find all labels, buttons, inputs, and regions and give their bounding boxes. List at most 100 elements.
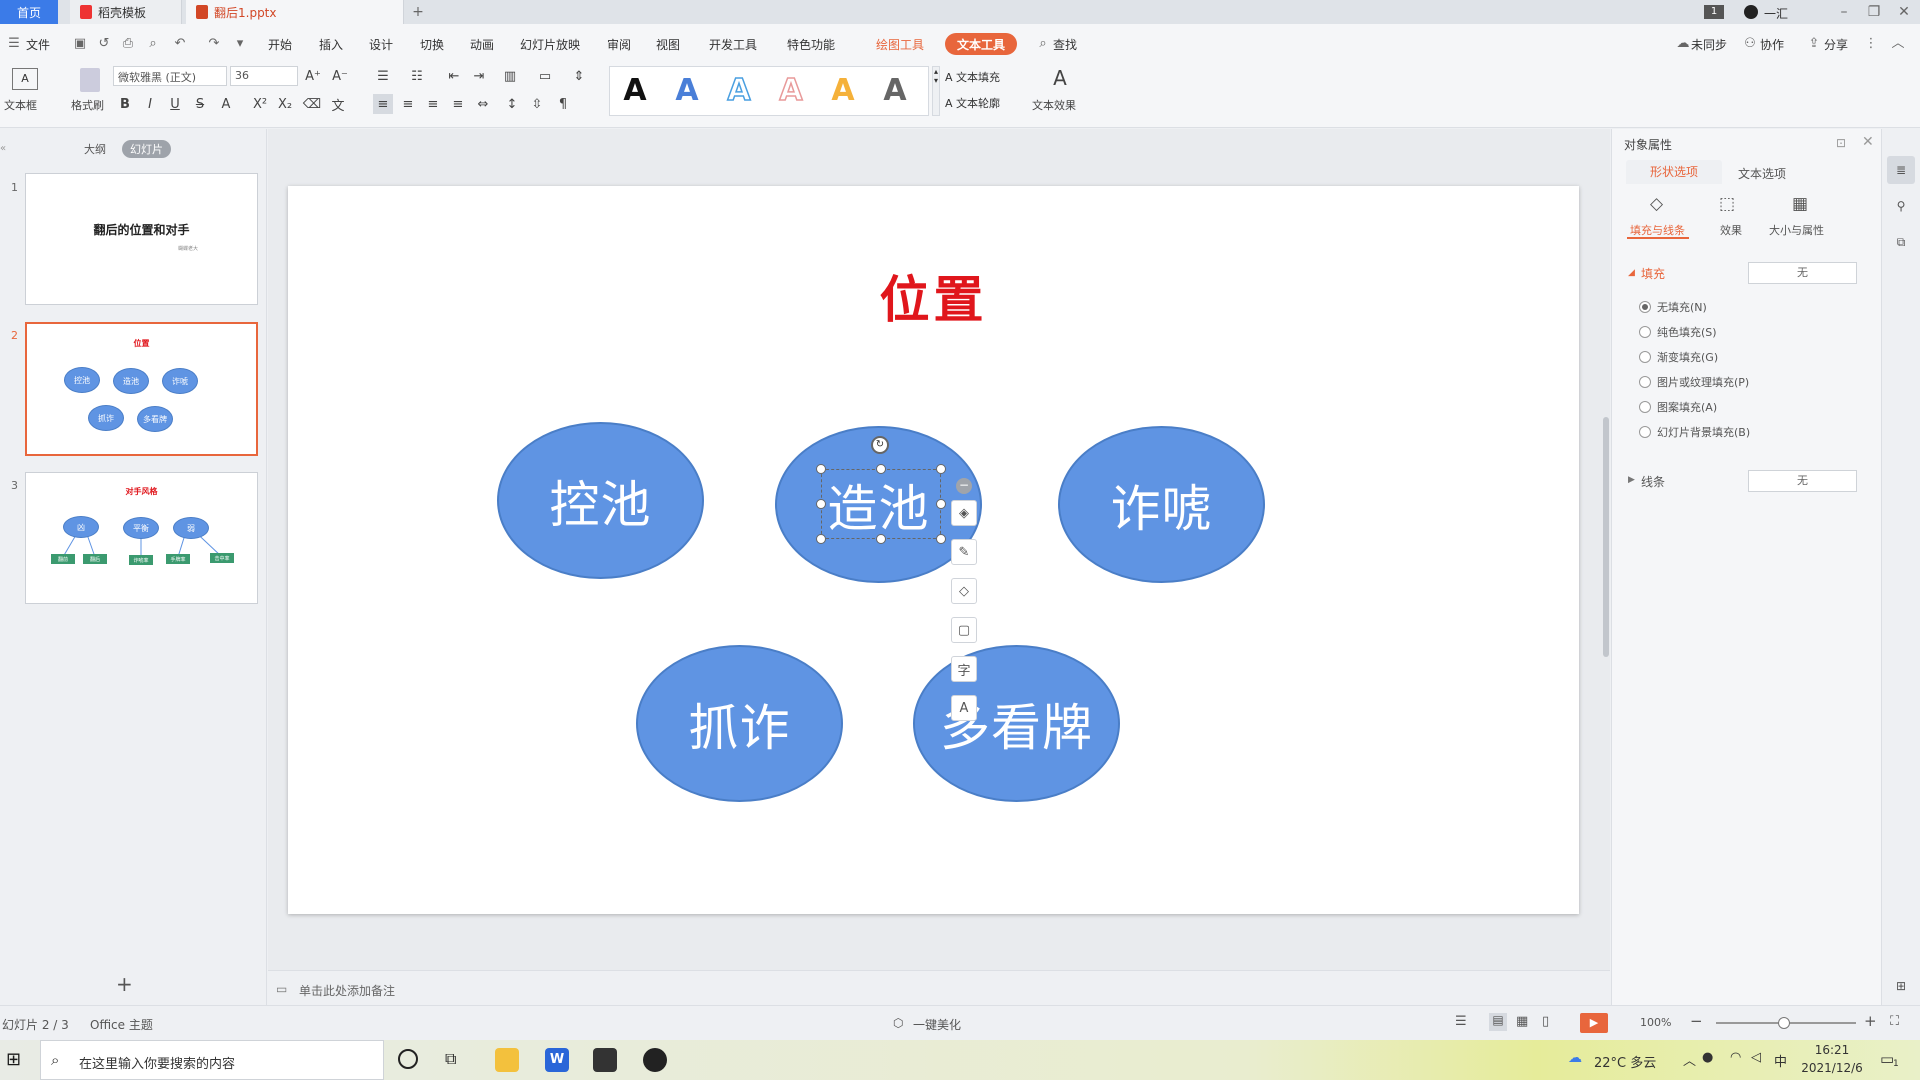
tab-document[interactable]: 翻后1.pptx xyxy=(186,0,404,24)
notes-placeholder[interactable]: 单击此处添加备注 xyxy=(299,982,395,999)
menu-drawing-tools[interactable]: 绘图工具 xyxy=(876,36,924,53)
task-view-icon[interactable]: ⧉ xyxy=(445,1049,456,1069)
customize-quick-access-icon[interactable]: ▾ xyxy=(232,36,248,52)
align-center-icon[interactable]: ≡ xyxy=(398,94,418,114)
scrollbar-thumb[interactable] xyxy=(1603,417,1609,657)
increase-font-icon[interactable]: A⁺ xyxy=(303,66,323,86)
clock-time[interactable]: 16:21 xyxy=(1800,1043,1864,1057)
text-direction-icon[interactable]: ▭ xyxy=(535,66,555,86)
effect-icon[interactable]: ⬚ xyxy=(1719,194,1735,214)
resize-handle[interactable] xyxy=(876,534,886,544)
share-button[interactable]: 分享 xyxy=(1824,36,1848,53)
hamburger-menu-icon[interactable]: ☰ xyxy=(6,36,22,52)
print-icon[interactable]: ⎙ xyxy=(120,36,136,52)
panel-header[interactable]: 对象属性 xyxy=(1624,136,1672,153)
subtab-fill-line[interactable]: 填充与线条 xyxy=(1630,222,1685,238)
text-fill-button[interactable]: A 文本填充 xyxy=(945,69,1000,85)
app-icon[interactable] xyxy=(593,1048,617,1072)
fill-bucket-icon[interactable]: ◇ xyxy=(951,578,977,604)
collapse-panel-icon[interactable]: « xyxy=(0,143,6,154)
slide-title[interactable]: 位置 xyxy=(288,260,1579,332)
option-no-fill[interactable]: 无填充(N) xyxy=(1639,299,1707,315)
network-icon[interactable]: ◠ xyxy=(1730,1050,1741,1065)
pin-icon[interactable]: ⚲ xyxy=(1887,192,1915,220)
zoom-level[interactable]: 100% xyxy=(1640,1016,1671,1029)
tab-shape-options[interactable]: 形状选项 xyxy=(1626,160,1722,184)
wps-icon[interactable]: W xyxy=(545,1048,569,1072)
windows-start-icon[interactable]: ⊞ xyxy=(6,1050,21,1070)
close-panel-icon[interactable]: ✕ xyxy=(1862,134,1874,150)
subtab-size[interactable]: 大小与属性 xyxy=(1769,222,1824,238)
add-slide-button[interactable]: + xyxy=(116,972,133,996)
italic-icon[interactable]: I xyxy=(140,94,160,114)
decrease-indent-icon[interactable]: ⇤ xyxy=(444,66,464,86)
subscript-icon[interactable]: X₂ xyxy=(275,94,295,114)
slide-thumb-3[interactable]: 对手风格 凶 平衡 弱 翻前 翻后 诈唬率 手牌率 击中率 xyxy=(25,472,258,604)
resize-handle[interactable] xyxy=(876,464,886,474)
weather-text[interactable]: 22°C 多云 xyxy=(1594,1052,1656,1071)
text-format-icon[interactable]: A xyxy=(951,695,977,721)
sync-status[interactable]: 未同步 xyxy=(1691,36,1727,53)
clock-date[interactable]: 2021/12/6 xyxy=(1796,1061,1868,1075)
save-icon[interactable]: ▣ xyxy=(72,36,88,52)
volume-icon[interactable]: ◁ xyxy=(1751,1050,1761,1065)
taskbar-search-box[interactable]: ⌕ 在这里输入你要搜索的内容 xyxy=(40,1040,384,1080)
cloud-sync-icon[interactable]: ☁ xyxy=(1675,36,1691,52)
slide[interactable]: 位置 控池 造池 诈唬 抓诈 多看牌 ↻ − ◈ ✎ ◇ ▢ 字 A xyxy=(288,186,1579,914)
fill-label[interactable]: 填充 xyxy=(1641,265,1665,282)
properties-icon[interactable]: ≣ xyxy=(1887,156,1915,184)
decrease-font-icon[interactable]: A⁻ xyxy=(330,66,350,86)
columns-icon[interactable]: ▥ xyxy=(500,66,520,86)
user-name[interactable]: 一汇 xyxy=(1764,5,1788,22)
microphone-icon[interactable]: ● xyxy=(1702,1050,1713,1065)
menu-special[interactable]: 特色功能 xyxy=(787,36,835,53)
beautify-icon[interactable]: ⬡ xyxy=(893,1016,903,1030)
zoom-in-icon[interactable]: + xyxy=(1864,1012,1877,1030)
wordart-style-blue-outline[interactable]: A xyxy=(719,70,759,110)
menu-file[interactable]: 文件 xyxy=(26,36,50,53)
close-icon[interactable]: ✕ xyxy=(1890,0,1918,24)
tab-outline[interactable]: 大纲 xyxy=(76,140,114,158)
subtab-effect[interactable]: 效果 xyxy=(1720,222,1742,238)
option-picture-fill[interactable]: 图片或纹理填充(P) xyxy=(1639,374,1749,390)
menu-developer[interactable]: 开发工具 xyxy=(709,36,757,53)
menu-slideshow[interactable]: 幻灯片放映 xyxy=(520,36,580,53)
font-size-select[interactable]: 36 xyxy=(230,66,298,86)
share-icon[interactable]: ⇪ xyxy=(1806,36,1822,52)
textbox-label[interactable]: 文本框 xyxy=(4,97,37,113)
fill-line-icon[interactable]: ◇ xyxy=(1650,194,1663,214)
ellipse-see-more-cards[interactable]: 多看牌 xyxy=(913,645,1120,802)
reading-view-icon[interactable]: ▯ xyxy=(1542,1014,1549,1029)
slide-thumb-1[interactable]: 翻后的位置和对手 蝴蝶老大 xyxy=(25,173,258,305)
wordart-style-blue[interactable]: A xyxy=(667,70,707,110)
normal-view-icon[interactable]: ▤ xyxy=(1489,1013,1507,1031)
restore-icon[interactable]: ❐ xyxy=(1860,0,1888,24)
numbered-list-icon[interactable]: ☷ xyxy=(407,66,427,86)
menu-search[interactable]: 查找 xyxy=(1053,36,1077,53)
ellipse-control-pot[interactable]: 控池 xyxy=(497,422,704,579)
menu-text-tools[interactable]: 文本工具 xyxy=(945,33,1018,55)
align-left-icon[interactable]: ≡ xyxy=(373,94,393,114)
resize-handle[interactable] xyxy=(816,534,826,544)
wordart-style-orange[interactable]: A xyxy=(823,70,863,110)
text-selection-box[interactable] xyxy=(821,469,941,539)
file-explorer-icon[interactable] xyxy=(495,1048,519,1072)
redo-icon[interactable]: ↷ xyxy=(206,36,222,52)
more-icon[interactable]: ⋮ xyxy=(1863,36,1879,52)
option-solid-fill[interactable]: 纯色填充(S) xyxy=(1639,324,1717,340)
outline-icon[interactable]: ▢ xyxy=(951,617,977,643)
distribute-icon[interactable]: ⇔ xyxy=(473,94,493,114)
undo-icon[interactable]: ↶ xyxy=(172,36,188,52)
grid-icon[interactable]: ⊞ xyxy=(1887,972,1915,1000)
obs-icon[interactable] xyxy=(643,1048,667,1072)
ellipse-catch-bluff[interactable]: 抓诈 xyxy=(636,645,843,802)
tab-text-options[interactable]: 文本选项 xyxy=(1738,165,1786,182)
fit-window-icon[interactable]: ⛶ xyxy=(1890,1014,1899,1029)
size-properties-icon[interactable]: ▦ xyxy=(1792,194,1808,214)
new-tab-button[interactable]: + xyxy=(404,0,432,24)
line-label[interactable]: 线条 xyxy=(1641,473,1665,490)
zoom-out-icon[interactable]: − xyxy=(1690,1012,1703,1030)
font-name-select[interactable]: 微软雅黑 (正文) xyxy=(113,66,227,86)
pen-icon[interactable]: ✎ xyxy=(951,539,977,565)
text-outline-button[interactable]: A 文本轮廓 xyxy=(945,95,1000,111)
